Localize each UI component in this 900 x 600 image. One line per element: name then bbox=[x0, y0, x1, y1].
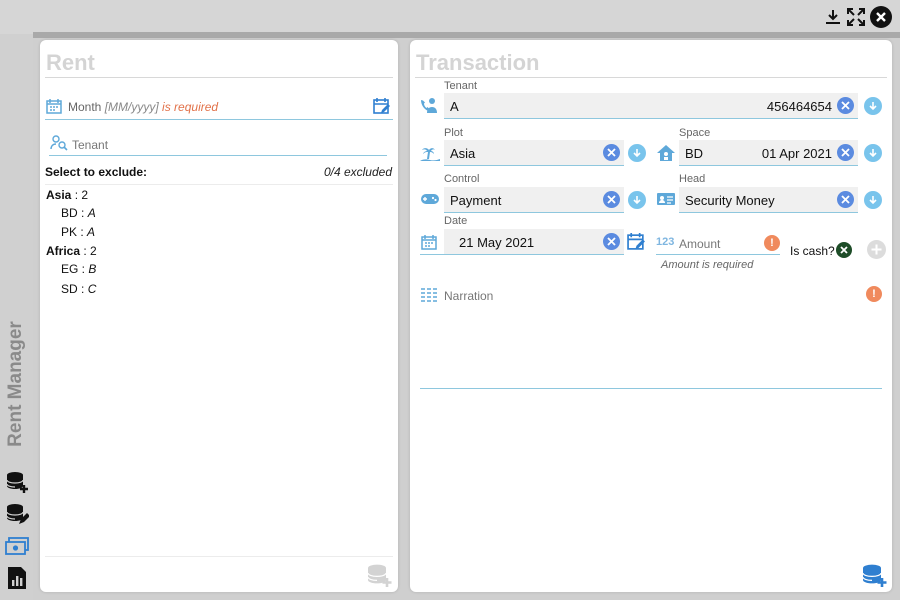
date-picker[interactable]: 21 May 2021 bbox=[444, 229, 624, 255]
head-select[interactable]: Security Money bbox=[679, 187, 858, 213]
control-dropdown-icon[interactable] bbox=[628, 191, 646, 209]
amount-error: Amount is required bbox=[661, 259, 754, 271]
space-date: 01 Apr 2021 bbox=[761, 146, 832, 161]
close-icon[interactable] bbox=[870, 6, 892, 28]
add-database-icon[interactable] bbox=[5, 470, 29, 494]
calendar-icon bbox=[46, 98, 62, 114]
rent-title-divider bbox=[45, 77, 393, 78]
tenant-label: Tenant bbox=[444, 80, 478, 92]
tenant-underline bbox=[49, 155, 387, 156]
space-value: BD bbox=[685, 146, 704, 161]
app-title: Rent Manager bbox=[5, 321, 26, 447]
tree-item-pk[interactable]: PK : A bbox=[61, 225, 95, 239]
gamepad-icon bbox=[420, 191, 440, 207]
plot-clear-icon[interactable] bbox=[603, 144, 620, 161]
exclude-label: Select to exclude: bbox=[45, 165, 148, 179]
space-clear-icon[interactable] bbox=[837, 144, 854, 161]
exclude-divider bbox=[45, 184, 393, 185]
money-icon[interactable] bbox=[5, 534, 29, 558]
tree-item-eg[interactable]: EG : B bbox=[61, 262, 96, 276]
plot-dropdown-icon[interactable] bbox=[628, 144, 646, 162]
month-underline bbox=[45, 119, 393, 120]
save-transaction-button[interactable] bbox=[861, 562, 887, 588]
tree-item-sd[interactable]: SD : C bbox=[61, 282, 96, 296]
amount-underline bbox=[656, 254, 780, 255]
transaction-panel: Transaction Tenant A 456464654 Plot Asia… bbox=[410, 40, 892, 592]
tree-item-bd[interactable]: BD : A bbox=[61, 206, 96, 220]
narration-warning-icon: ! bbox=[866, 286, 882, 302]
is-cash-toggle[interactable] bbox=[836, 242, 852, 258]
edit-database-icon[interactable] bbox=[5, 502, 29, 526]
fullscreen-icon[interactable] bbox=[845, 6, 867, 28]
title-bar bbox=[0, 0, 900, 38]
month-format-hint: [MM/yyyy] bbox=[104, 100, 159, 114]
date-calendar-icon bbox=[421, 234, 437, 250]
control-label: Control bbox=[444, 173, 480, 185]
date-value: 21 May 2021 bbox=[459, 235, 535, 250]
date-underline bbox=[420, 254, 624, 255]
transaction-title-divider bbox=[415, 77, 887, 78]
space-select[interactable]: BD 01 Apr 2021 bbox=[679, 140, 858, 166]
rent-title: Rent bbox=[46, 50, 95, 75]
island-icon bbox=[420, 144, 440, 162]
house-icon bbox=[656, 144, 676, 162]
amount-warning-icon: ! bbox=[764, 235, 780, 251]
title-bar-divider bbox=[33, 32, 900, 38]
plot-select[interactable]: Asia bbox=[444, 140, 624, 166]
excluded-count: 0/4 excluded bbox=[323, 165, 392, 179]
plot-value: Asia bbox=[450, 146, 476, 161]
head-label: Head bbox=[679, 173, 706, 185]
transaction-title: Transaction bbox=[416, 50, 540, 75]
tree-group-asia[interactable]: Asia : 2 bbox=[46, 188, 88, 202]
space-label: Space bbox=[679, 127, 711, 139]
amount-input[interactable]: Amount bbox=[679, 237, 720, 251]
tenant-dropdown-icon[interactable] bbox=[864, 97, 882, 115]
id-card-icon bbox=[656, 191, 676, 207]
tenant-value: A bbox=[450, 99, 459, 114]
space-dropdown-icon[interactable] bbox=[864, 144, 882, 162]
tenant-select[interactable]: A 456464654 bbox=[444, 93, 858, 119]
sidebar: Rent Manager bbox=[0, 34, 33, 600]
month-field[interactable]: Month [MM/yyyy] is required bbox=[68, 100, 218, 114]
download-icon[interactable] bbox=[822, 6, 844, 28]
phone-person-icon bbox=[420, 97, 440, 115]
is-cash-label: Is cash? bbox=[790, 244, 835, 258]
narration-input[interactable]: Narration bbox=[444, 289, 493, 303]
head-clear-icon[interactable] bbox=[837, 191, 854, 208]
date-calendar-edit-icon[interactable] bbox=[627, 232, 646, 251]
head-dropdown-icon[interactable] bbox=[864, 191, 882, 209]
narration-icon bbox=[420, 287, 440, 303]
narration-underline bbox=[420, 388, 882, 389]
tenant-search-input[interactable]: Tenant bbox=[72, 138, 108, 152]
date-clear-icon[interactable] bbox=[603, 233, 620, 250]
plot-label: Plot bbox=[444, 127, 463, 139]
tenant-phone: 456464654 bbox=[766, 99, 832, 114]
head-value: Security Money bbox=[685, 193, 775, 208]
tree-group-africa[interactable]: Africa : 2 bbox=[46, 244, 97, 258]
month-required-hint: is required bbox=[162, 100, 219, 114]
add-rent-button[interactable] bbox=[366, 562, 392, 588]
tenant-search-icon bbox=[50, 135, 68, 151]
rent-footer-divider bbox=[45, 556, 393, 557]
report-icon[interactable] bbox=[5, 566, 29, 590]
month-label: Month bbox=[68, 100, 102, 114]
tenant-clear-icon[interactable] bbox=[837, 97, 854, 114]
number-icon: 123 bbox=[656, 236, 675, 248]
calendar-edit-icon[interactable] bbox=[373, 97, 391, 115]
date-label: Date bbox=[444, 215, 468, 227]
control-select[interactable]: Payment bbox=[444, 187, 624, 213]
add-icon[interactable] bbox=[867, 240, 886, 259]
rent-panel: Rent Month [MM/yyyy] is required Tenant … bbox=[40, 40, 398, 592]
control-value: Payment bbox=[450, 193, 502, 208]
control-clear-icon[interactable] bbox=[603, 191, 620, 208]
